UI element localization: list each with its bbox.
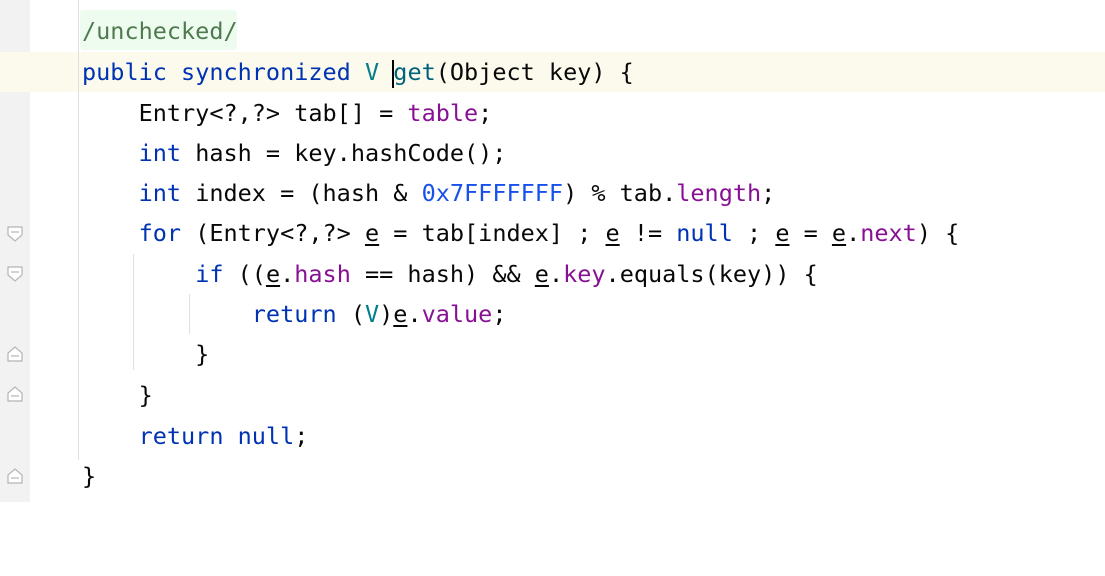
code-line[interactable]: } (66, 334, 1105, 374)
code-token: public (82, 58, 167, 86)
code-token: .equals(key)) { (605, 260, 818, 288)
code-token: = (789, 219, 832, 247)
code-token: ) (379, 300, 394, 328)
code-token: . (548, 260, 564, 288)
code-token: return (251, 300, 337, 328)
code-token: null (676, 219, 733, 247)
code-token: V (364, 300, 380, 328)
code-line[interactable]: for (Entry<?,?> e = tab[index] ; e != nu… (66, 213, 1105, 253)
code-token: ( (336, 300, 365, 328)
code-line[interactable]: public synchronized V get(Object key) { (66, 52, 1105, 92)
code-token: e (534, 260, 549, 288)
code-token: } (82, 381, 153, 409)
fold-open-icon[interactable] (7, 266, 23, 282)
code-token: int (138, 139, 182, 167)
fold-close-icon[interactable] (7, 386, 23, 402)
code-token: } (82, 340, 210, 368)
code-line[interactable]: /unchecked/ (66, 11, 1105, 51)
code-token: e (393, 300, 408, 328)
code-token: value (421, 300, 493, 328)
code-line[interactable]: if ((e.hash == hash) && e.key.equals(key… (66, 254, 1105, 294)
code-token: (Entry<?,?> (181, 219, 365, 247)
code-token: . (407, 300, 422, 328)
code-token: table (407, 99, 479, 127)
code-area[interactable]: /unchecked/ public synchronized V get(Ob… (0, 0, 1105, 502)
code-token: = tab[index] ; (379, 219, 606, 247)
code-token: ; (492, 300, 507, 328)
code-token: null (237, 422, 295, 450)
code-token: synchronized (181, 58, 351, 86)
code-token: . (846, 219, 861, 247)
code-line[interactable]: return null; (66, 416, 1105, 456)
code-token: ; (732, 219, 776, 247)
fold-close-icon[interactable] (7, 346, 23, 362)
code-token: return (138, 422, 224, 450)
code-token: e (265, 260, 281, 288)
code-annotation: /unchecked/ (82, 17, 238, 45)
code-line[interactable]: int hash = key.hashCode(); (66, 133, 1105, 173)
code-token: == hash) && (350, 260, 535, 288)
code-token: e (364, 219, 380, 247)
code-editor[interactable]: /unchecked/ public synchronized V get(Ob… (0, 0, 1105, 502)
fold-open-icon[interactable] (7, 226, 23, 242)
code-token: 0x7FFFFFFF (421, 179, 564, 207)
code-token: for (138, 219, 182, 247)
code-line[interactable]: } (66, 456, 1105, 496)
code-token: next (860, 219, 917, 247)
code-token: ; (761, 179, 776, 207)
code-token: ; (478, 99, 493, 127)
code-token: (Object key) { (435, 58, 634, 86)
code-token: if (195, 260, 224, 288)
code-token: } (82, 462, 97, 490)
code-token: key (563, 260, 606, 288)
code-token: (( (223, 260, 266, 288)
code-token: . (280, 260, 295, 288)
code-token: e (831, 219, 847, 247)
code-token: V (364, 58, 380, 86)
fold-close-icon[interactable] (7, 468, 23, 484)
code-token: e (775, 219, 790, 247)
code-line[interactable]: } (66, 375, 1105, 415)
code-token: int (138, 179, 182, 207)
code-token: ) { (916, 219, 960, 247)
code-token: index = (hash & (181, 179, 422, 207)
code-token: e (605, 219, 620, 247)
code-token: ) % tab. (563, 179, 677, 207)
code-token: length (676, 179, 762, 207)
code-token: hash (294, 260, 351, 288)
code-token: ; (294, 422, 309, 450)
code-token: get (393, 58, 436, 86)
code-line[interactable]: int index = (hash & 0x7FFFFFFF) % tab.le… (66, 173, 1105, 213)
code-line[interactable]: return (V)e.value; (66, 294, 1105, 334)
code-token: hash = key.hashCode(); (181, 139, 507, 167)
code-token: Entry<?,?> tab[] = (82, 99, 408, 127)
code-line[interactable]: Entry<?,?> tab[] = table; (66, 93, 1105, 133)
code-token: != (619, 219, 677, 247)
